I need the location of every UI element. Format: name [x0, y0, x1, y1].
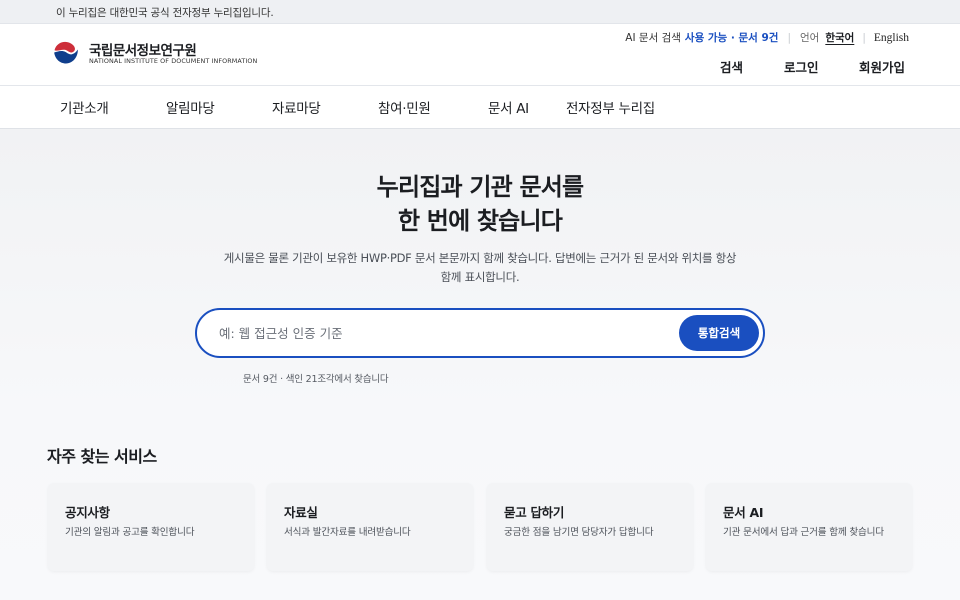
divider: | — [862, 31, 866, 44]
service-card-description: 기관 문서에서 답과 근거를 함께 찾습니다 — [723, 527, 884, 538]
service-card-library[interactable]: 자료실 서식과 발간자료를 내려받습니다 — [267, 483, 473, 571]
utility-bar: AI 문서 검색 사용 가능 · 문서 9건 | 언어 한국어 | Englis… — [625, 30, 909, 45]
nav-item-egov-portal[interactable]: 전자정부 누리집 — [566, 97, 655, 117]
hero-title: 누리집과 기관 문서를 한 번에 찾습니다 — [0, 170, 960, 238]
nav-item-document-ai[interactable]: 문서 AI — [488, 97, 529, 117]
site-header: 국립문서정보연구원 NATIONAL INSTITUTE OF DOCUMENT… — [0, 24, 960, 86]
service-card-qna[interactable]: 묻고 답하기 궁금한 점을 남기면 담당자가 답합니다 — [487, 483, 693, 571]
main-navigation: 기관소개 알림마당 자료마당 참여·민원 문서 AI 전자정부 누리집 — [0, 86, 960, 129]
search-link[interactable]: 검색 — [720, 57, 743, 76]
service-card-title: 문서 AI — [723, 505, 764, 520]
search-input[interactable] — [219, 323, 659, 343]
gov-official-notice: 이 누리집은 대한민국 공식 전자정부 누리집입니다. — [56, 7, 274, 19]
divider: | — [787, 31, 791, 44]
service-card-description: 서식과 발간자료를 내려받습니다 — [284, 527, 411, 538]
government-emblem-icon[interactable] — [51, 37, 81, 67]
org-name[interactable]: 국립문서정보연구원 — [89, 39, 197, 59]
service-card-title: 묻고 답하기 — [504, 505, 565, 520]
ai-search-label: AI 문서 검색 — [625, 32, 681, 44]
nav-item-notice[interactable]: 알림마당 — [166, 97, 215, 117]
search-box: 통합검색 — [195, 308, 765, 358]
login-link[interactable]: 로그인 — [784, 57, 819, 76]
service-card-description: 궁금한 점을 남기면 담당자가 답합니다 — [504, 527, 654, 538]
ai-status-badge: 사용 가능 · 문서 9건 — [684, 32, 779, 44]
hero-title-line2: 한 번에 찾습니다 — [397, 207, 563, 235]
service-card-title: 자료실 — [284, 505, 318, 520]
service-card-description: 기관의 알림과 공고를 확인합니다 — [65, 527, 195, 538]
service-card-notice[interactable]: 공지사항 기관의 알림과 공고를 확인합니다 — [48, 483, 254, 571]
services-heading: 자주 찾는 서비스 — [47, 447, 157, 466]
search-button[interactable]: 통합검색 — [679, 315, 759, 351]
hero-description: 게시물은 물론 기관이 보유한 HWP·PDF 문서 본문까지 함께 찾습니다.… — [0, 249, 960, 287]
nav-item-resources[interactable]: 자료마당 — [272, 97, 321, 117]
search-hint: 문서 9건 · 색인 21조각에서 찾습니다 — [243, 374, 389, 385]
gov-official-bar: 이 누리집은 대한민국 공식 전자정부 누리집입니다. — [0, 0, 960, 24]
hero-description-line1: 게시물은 물론 기관이 보유한 HWP·PDF 문서 본문까지 함께 찾습니다.… — [223, 251, 737, 265]
nav-item-participation[interactable]: 참여·민원 — [378, 97, 431, 117]
language-label: 언어 — [800, 32, 820, 44]
nav-item-about[interactable]: 기관소개 — [60, 97, 109, 117]
service-card-document-ai[interactable]: 문서 AI 기관 문서에서 답과 근거를 함께 찾습니다 — [706, 483, 912, 571]
language-english-link[interactable]: English — [874, 32, 909, 44]
hero-title-line1: 누리집과 기관 문서를 — [376, 173, 584, 201]
org-name-english: NATIONAL INSTITUTE OF DOCUMENT INFORMATI… — [89, 57, 258, 65]
service-card-title: 공지사항 — [65, 505, 110, 520]
signup-link[interactable]: 회원가입 — [859, 57, 905, 76]
hero-description-line2: 함께 표시합니다. — [440, 270, 520, 284]
language-korean-link[interactable]: 한국어 — [825, 30, 854, 45]
